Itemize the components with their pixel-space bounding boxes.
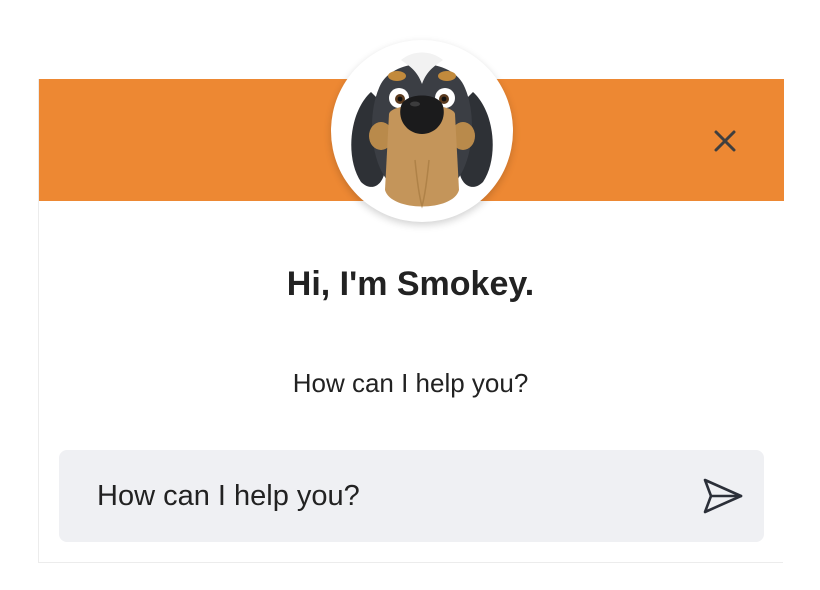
message-input[interactable] bbox=[83, 450, 683, 542]
greeting-subtitle: How can I help you? bbox=[292, 368, 529, 398]
avatar bbox=[331, 40, 513, 222]
chat-widget: Hi, I'm Smokey. How can I help you? bbox=[0, 0, 820, 590]
dog-mascot-icon bbox=[351, 52, 493, 209]
message-composer bbox=[59, 450, 764, 542]
close-button[interactable] bbox=[707, 123, 743, 159]
send-icon bbox=[703, 478, 743, 514]
close-icon bbox=[714, 130, 736, 152]
send-button[interactable] bbox=[699, 472, 747, 520]
greeting-title: Hi, I'm Smokey. bbox=[286, 265, 535, 303]
